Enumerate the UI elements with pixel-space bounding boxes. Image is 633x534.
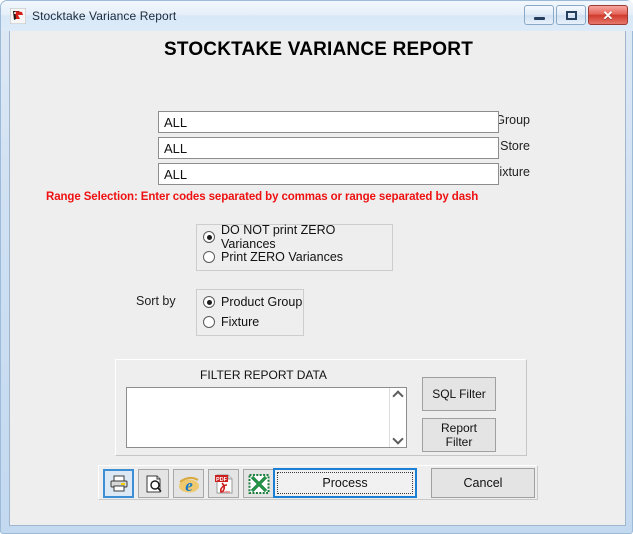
radio-option-sort-fixture[interactable]: Fixture	[197, 312, 303, 332]
falcon-logo-icon[interactable]	[9, 7, 27, 25]
close-icon: ✕	[602, 7, 614, 23]
cancel-button[interactable]: Cancel	[431, 468, 535, 498]
filter-report-panel: FILTER REPORT DATA SQL Filter Report Fil…	[115, 359, 527, 456]
field-row-store: Store	[10, 137, 530, 159]
field-row-product-group: Product Group	[10, 111, 530, 133]
radio-label: DO NOT print ZERO Variances	[221, 223, 336, 251]
print-preview-button[interactable]	[138, 469, 169, 498]
export-html-button[interactable]: e	[173, 469, 204, 498]
filter-textarea-container	[126, 387, 407, 448]
print-icon	[110, 475, 127, 491]
input-product-group[interactable]	[158, 111, 499, 133]
filter-textarea-scrollbar[interactable]	[389, 388, 406, 447]
close-button[interactable]: ✕	[588, 5, 628, 25]
window-controls: ✕	[524, 5, 628, 25]
process-button-label: Process	[322, 476, 368, 490]
radio-label: Product Group	[221, 295, 303, 309]
excel-export-icon	[248, 473, 269, 494]
maximize-button[interactable]	[556, 5, 586, 25]
scroll-down-icon[interactable]	[393, 436, 403, 444]
input-store[interactable]	[158, 137, 499, 159]
range-selection-note: Range Selection: Enter codes separated b…	[46, 191, 479, 203]
sort-by-radio-group: Product Group Fixture	[196, 289, 304, 336]
svg-text:PDF: PDF	[216, 477, 228, 483]
scroll-up-icon[interactable]	[393, 391, 403, 399]
radio-indicator-on-icon	[203, 231, 215, 243]
radio-option-sort-product-group[interactable]: Product Group	[197, 292, 303, 312]
title-bar[interactable]: Stocktake Variance Report ✕	[1, 1, 633, 31]
radio-option-do-not-print-zero[interactable]: DO NOT print ZERO Variances	[197, 223, 392, 251]
print-button[interactable]	[103, 469, 134, 498]
minimize-icon	[533, 16, 545, 20]
filter-panel-caption: FILTER REPORT DATA	[200, 368, 327, 382]
zero-variance-radio-group: DO NOT print ZERO Variances Print ZERO V…	[196, 223, 393, 271]
radio-indicator-on-icon	[203, 296, 215, 308]
sql-filter-button[interactable]: SQL Filter	[422, 377, 496, 411]
internet-explorer-icon: e	[178, 476, 199, 494]
process-button[interactable]: Process	[273, 468, 417, 498]
radio-label: Fixture	[221, 315, 260, 329]
maximize-icon	[565, 10, 577, 20]
client-area: STOCKTAKE VARIANCE REPORT Product Group …	[9, 31, 626, 526]
radio-indicator-off-icon	[203, 316, 215, 328]
radio-label: Print ZERO Variances	[221, 250, 344, 264]
filter-textarea[interactable]	[127, 388, 389, 447]
pdf-export-icon: PDF Adobe	[214, 474, 232, 494]
report-filter-button[interactable]: Report Filter	[422, 418, 496, 452]
page-title: STOCKTAKE VARIANCE REPORT	[163, 39, 474, 60]
radio-indicator-off-icon	[203, 251, 215, 263]
svg-text:Adobe: Adobe	[219, 490, 229, 494]
input-fixture[interactable]	[158, 163, 499, 185]
export-excel-button[interactable]	[243, 469, 274, 498]
export-pdf-button[interactable]: PDF Adobe	[208, 469, 239, 498]
print-preview-icon	[146, 475, 162, 492]
field-row-fixture: Fixture	[10, 163, 530, 185]
label-sort-by: Sort by	[136, 294, 176, 308]
window-title: Stocktake Variance Report	[32, 9, 177, 23]
bottom-toolbar: e PDF Adobe Process Cancel	[98, 465, 538, 500]
minimize-button[interactable]	[524, 5, 554, 25]
application-window: Stocktake Variance Report ✕ STOCKTAKE VA…	[0, 0, 633, 534]
